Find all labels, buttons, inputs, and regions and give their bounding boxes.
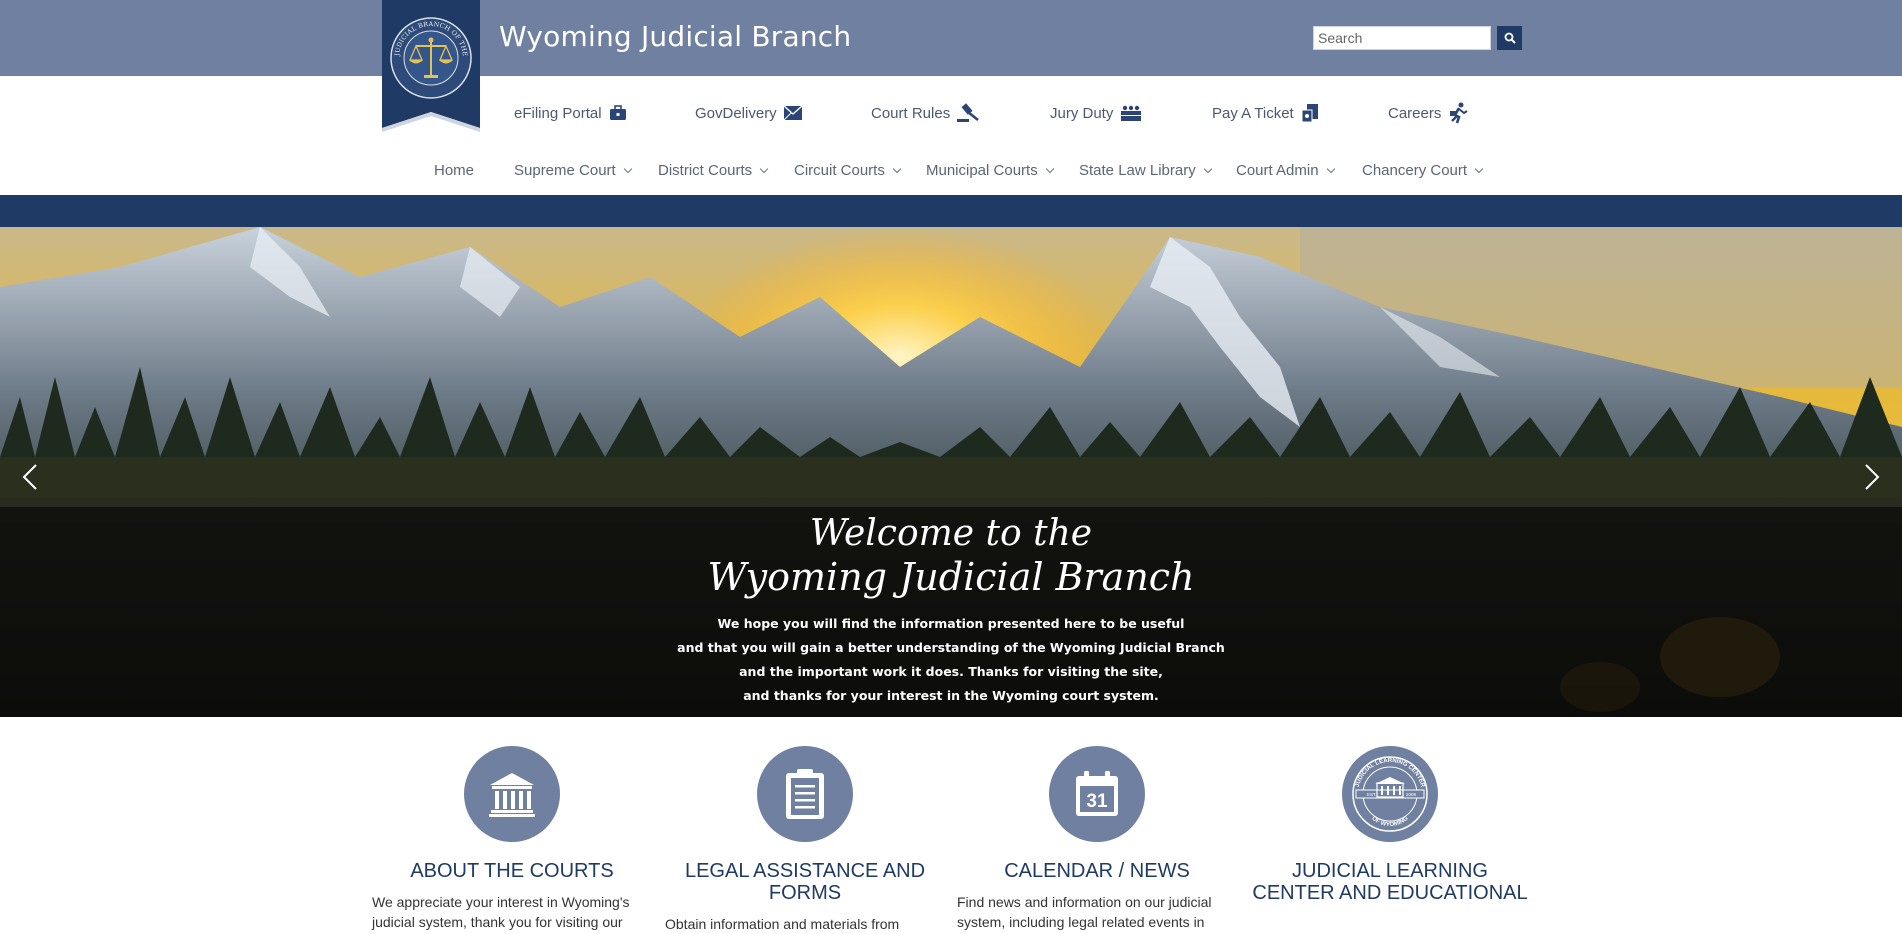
feature-description: Obtain information and materials from	[665, 916, 900, 932]
nav-district-courts[interactable]: District Courts	[658, 158, 769, 182]
quick-link-label: Court Rules	[871, 104, 951, 122]
briefcase-icon	[609, 105, 626, 120]
quick-link-govdelivery[interactable]: GovDelivery	[695, 98, 803, 128]
chevron-down-icon	[1326, 164, 1335, 173]
feature-icon-circle[interactable]: 31	[1049, 746, 1145, 842]
feature-icon-circle[interactable]	[464, 746, 560, 842]
chevron-right-icon	[1865, 464, 1880, 490]
feature-description: Find news and information on our judicia…	[957, 894, 1212, 930]
site-title[interactable]: Wyoming Judicial Branch	[499, 20, 851, 53]
courthouse-icon	[489, 773, 535, 817]
chevron-left-icon	[22, 464, 37, 490]
feature-legal-assistance: LEGAL ASSISTANCE AND FORMS Obtain inform…	[665, 746, 945, 934]
quick-link-court-rules[interactable]: Court Rules	[871, 98, 980, 128]
quick-link-jury-duty[interactable]: Jury Duty	[1050, 98, 1143, 128]
search-button[interactable]	[1497, 26, 1522, 50]
intro-line: and that you will gain a better understa…	[677, 640, 1225, 655]
quick-link-label: Jury Duty	[1050, 104, 1114, 122]
quick-link-label: eFiling Portal	[514, 104, 602, 122]
nav-divider-strip	[0, 195, 1902, 227]
hero-slider: Welcome to the Wyoming Judicial Branch W…	[0, 227, 1902, 717]
chevron-down-icon	[892, 164, 902, 173]
nav-label: Chancery Court	[1362, 161, 1468, 179]
feature-about-courts: ABOUT THE COURTS We appreciate your inte…	[372, 746, 652, 932]
feature-title[interactable]: JUDICIAL LEARNING CENTER AND EDUCATIONAL	[1250, 860, 1530, 904]
runner-icon	[1450, 102, 1468, 124]
clipboard-icon	[786, 769, 824, 819]
seal-est-text: EST.	[1367, 792, 1377, 797]
quick-link-careers[interactable]: Careers	[1388, 98, 1469, 128]
nav-supreme-court[interactable]: Supreme Court	[514, 158, 632, 182]
jury-icon	[1121, 105, 1142, 121]
feature-title[interactable]: CALENDAR / NEWS	[957, 860, 1237, 882]
slider-prev-button[interactable]	[18, 455, 42, 499]
feature-title[interactable]: ABOUT THE COURTS	[372, 860, 652, 882]
nav-label: Court Admin	[1236, 161, 1319, 179]
nav-label: Municipal Courts	[926, 161, 1038, 179]
learning-center-seal-icon: JUDICIAL LEARNING CENTER OF WYOMING EST.…	[1352, 756, 1428, 832]
chevron-down-icon	[623, 164, 632, 173]
header-bar	[0, 0, 1902, 76]
feature-icon-circle[interactable]: JUDICIAL LEARNING CENTER OF WYOMING EST.…	[1342, 746, 1438, 842]
chevron-down-icon	[759, 164, 769, 173]
gavel-icon	[957, 103, 979, 122]
chevron-down-icon	[1474, 164, 1484, 173]
welcome-heading-line2: Wyoming Judicial Branch	[707, 555, 1195, 599]
nav-home[interactable]: Home	[434, 158, 474, 182]
intro-line: and thanks for your interest in the Wyom…	[743, 688, 1159, 703]
nav-label: Circuit Courts	[794, 161, 885, 179]
intro-line: and the important work it does. Thanks f…	[739, 664, 1163, 679]
feature-title[interactable]: LEGAL ASSISTANCE AND FORMS	[665, 860, 945, 904]
ticket-icon	[1301, 104, 1318, 123]
search-input[interactable]	[1313, 26, 1491, 50]
nav-label: Home	[434, 161, 475, 179]
chevron-down-icon	[1045, 164, 1054, 173]
intro-line: We hope you will find the information pr…	[717, 616, 1185, 631]
calendar-day-number: 31	[1086, 791, 1108, 812]
slider-next-button[interactable]	[1860, 455, 1884, 499]
envelope-icon	[783, 105, 803, 121]
feature-calendar-news: 31 CALENDAR / NEWS Find news and informa…	[957, 746, 1237, 932]
seal-year-text: 2008	[1406, 792, 1417, 797]
calendar-icon: 31	[1076, 771, 1118, 816]
welcome-intro-text: We hope you will find the information pr…	[0, 612, 1902, 708]
search-icon	[1504, 32, 1516, 44]
feature-icon-circle[interactable]	[757, 746, 853, 842]
welcome-heading-line1: Welcome to the	[809, 513, 1093, 554]
nav-chancery-court[interactable]: Chancery Court	[1362, 158, 1484, 182]
nav-label: District Courts	[658, 161, 753, 179]
nav-label: State Law Library	[1079, 161, 1196, 179]
nav-circuit-courts[interactable]: Circuit Courts	[794, 158, 902, 182]
quick-link-label: GovDelivery	[695, 104, 777, 122]
nav-court-admin[interactable]: Court Admin	[1236, 158, 1335, 182]
quick-link-pay-ticket[interactable]: Pay A Ticket	[1212, 98, 1320, 128]
nav-municipal-courts[interactable]: Municipal Courts	[926, 158, 1054, 182]
nav-label: Supreme Court	[514, 161, 616, 179]
quick-link-efiling[interactable]: eFiling Portal	[514, 98, 628, 128]
quick-link-label: Careers	[1388, 104, 1442, 122]
nav-state-law-library[interactable]: State Law Library	[1079, 158, 1212, 182]
quick-link-label: Pay A Ticket	[1212, 104, 1294, 122]
feature-judicial-learning-center: JUDICIAL LEARNING CENTER OF WYOMING EST.…	[1250, 746, 1530, 914]
feature-description: We appreciate your interest in Wyoming's…	[372, 894, 630, 930]
site-logo-seal[interactable]: JUDICIAL BRANCH OF THE STATE OF WYOMING	[379, 0, 480, 144]
chevron-down-icon	[1203, 164, 1212, 173]
